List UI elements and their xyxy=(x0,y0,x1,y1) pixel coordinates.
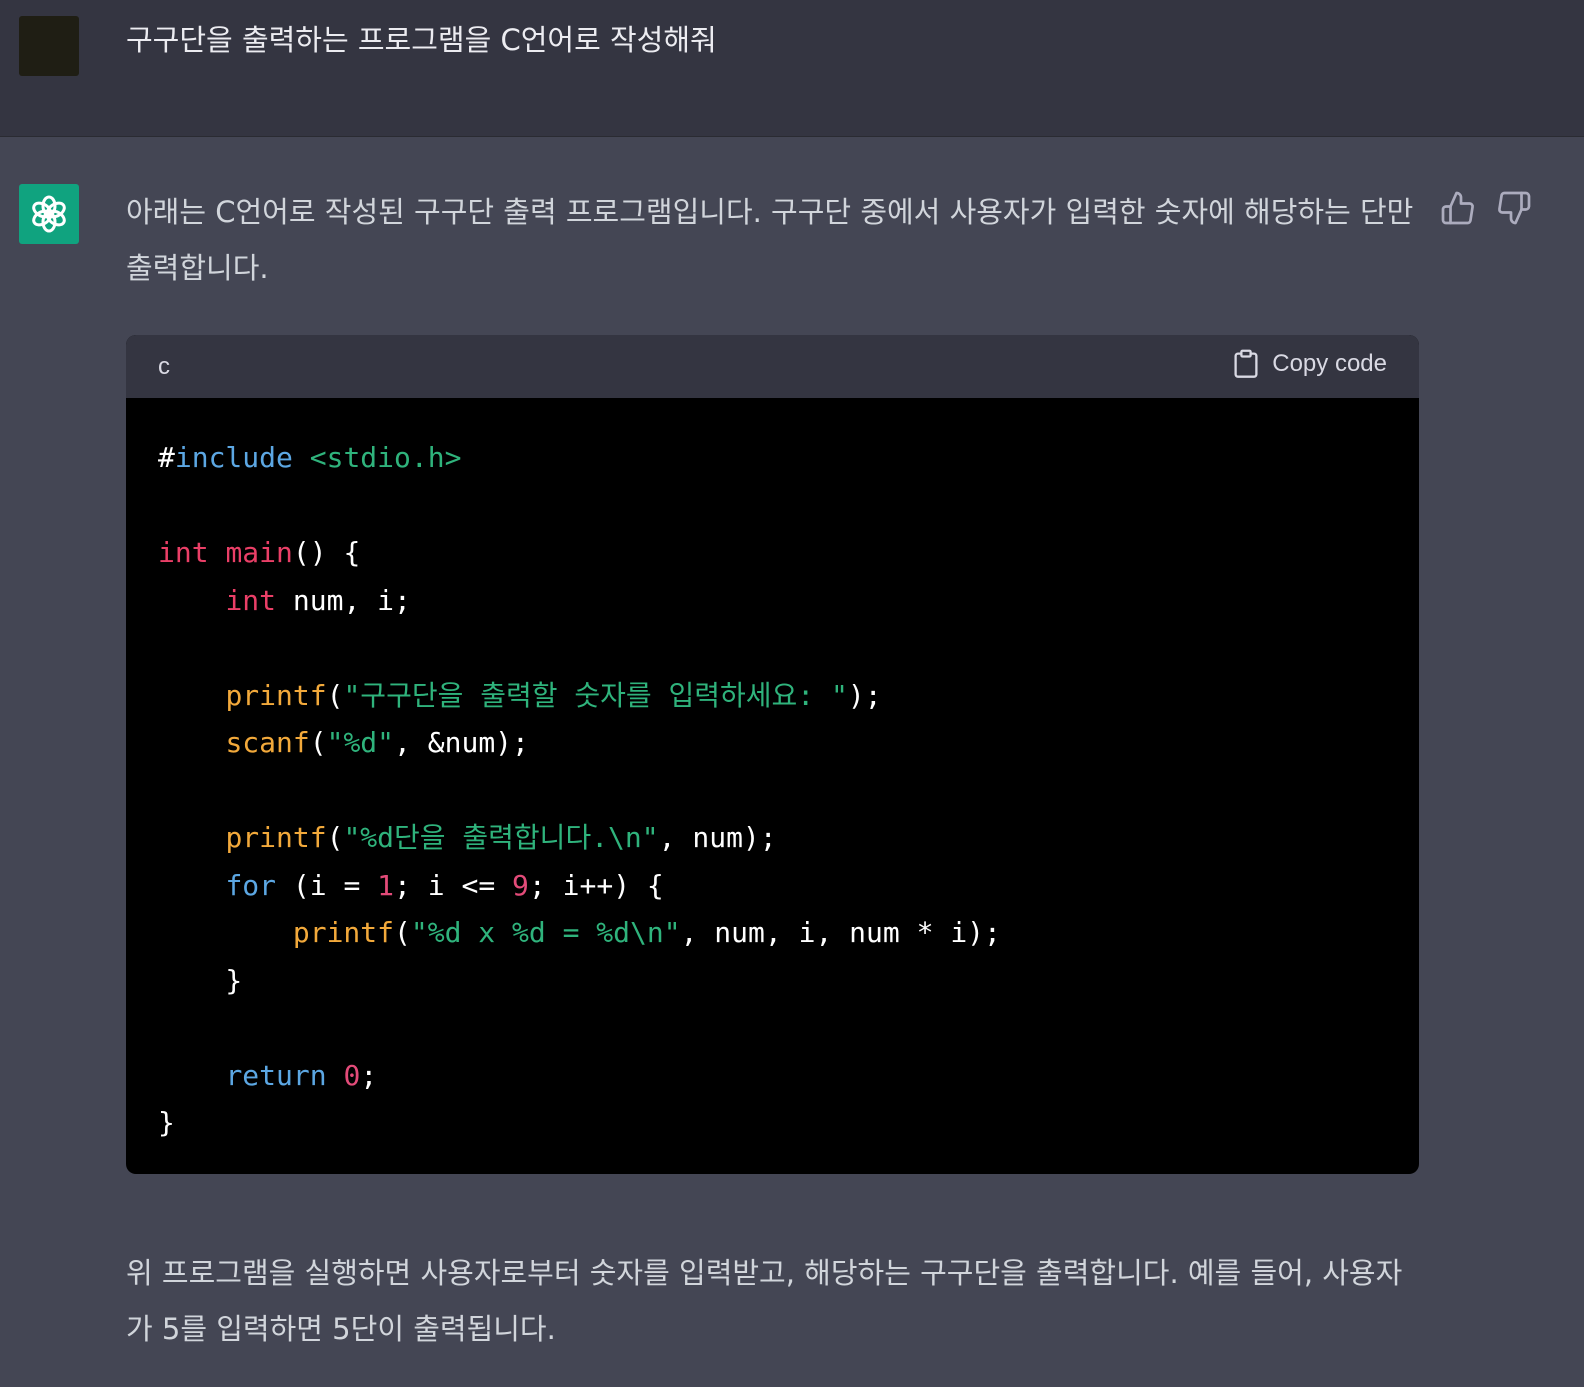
thumbs-down-button[interactable] xyxy=(1496,190,1532,226)
code-token: main xyxy=(225,536,293,569)
code-token: , num, i, num * i); xyxy=(680,916,1001,949)
code-token: "%d x %d = %d\n" xyxy=(410,916,681,949)
code-block: c Copy code #include <stdio.h>​int main(… xyxy=(126,335,1419,1174)
code-token: for xyxy=(225,868,277,902)
code-token: "구구단을 출력할 숫자를 입력하세요: " xyxy=(343,678,848,712)
code-token: (i = xyxy=(276,868,378,902)
code-token: ; i <= xyxy=(394,868,513,902)
code-line: printf("%d단을 출력합니다.\n", num); xyxy=(158,814,1387,862)
code-token: "%d단을 출력합니다.\n" xyxy=(343,821,659,854)
code-line: return 0; xyxy=(158,1052,1387,1100)
assistant-outro-text: 위 프로그램을 실행하면 사용자로부터 숫자를 입력받고, 해당하는 구구단을 … xyxy=(126,1256,1403,1346)
code-token: int xyxy=(225,583,277,617)
code-token: "%d" xyxy=(326,726,395,759)
code-language-label: c xyxy=(158,353,170,380)
code-token: , &num); xyxy=(394,726,529,759)
code-token: } xyxy=(158,1106,175,1139)
thumbs-up-icon xyxy=(1441,191,1474,225)
user-message-text: 구구단을 출력하는 프로그램을 C언어로 작성해줘 xyxy=(126,23,717,57)
code-block-header: c Copy code xyxy=(126,335,1419,398)
code-token: include xyxy=(174,441,293,474)
code-line: int num, i; xyxy=(158,577,1387,625)
assistant-intro-text: 아래는 C언어로 작성된 구구단 출력 프로그램입니다. 구구단 중에서 사용자… xyxy=(126,195,1414,285)
code-line: ​ xyxy=(158,624,1387,672)
code-line: ​ xyxy=(158,482,1387,530)
code-line: #include <stdio.h> xyxy=(158,434,1387,482)
code-line: int main() { xyxy=(158,529,1387,577)
code-token: ( xyxy=(309,726,327,759)
code-token: printf xyxy=(225,678,327,712)
code-token: # xyxy=(158,441,175,474)
code-line: printf("%d x %d = %d\n", num, i, num * i… xyxy=(158,909,1387,957)
code-token: printf xyxy=(292,916,395,949)
code-token: 1 xyxy=(377,868,395,902)
code-token: () { xyxy=(292,536,361,569)
code-token: 9 xyxy=(512,868,529,902)
code-line: for (i = 1; i <= 9; i++) { xyxy=(158,862,1387,910)
code-token: 0 xyxy=(343,1058,361,1092)
code-content: #include <stdio.h>​int main() { int num,… xyxy=(126,398,1419,1147)
thumbs-up-button[interactable] xyxy=(1440,190,1476,226)
code-token: <stdio.h> xyxy=(292,441,462,474)
code-token: printf xyxy=(225,821,327,854)
code-line: } xyxy=(158,1099,1387,1147)
code-line: scanf("%d", &num); xyxy=(158,719,1387,767)
copy-code-button[interactable]: Copy code xyxy=(1232,349,1387,379)
code-token: ; i++) { xyxy=(528,868,664,902)
user-avatar xyxy=(19,16,79,76)
code-line: ​ xyxy=(158,767,1387,815)
openai-logo-icon xyxy=(32,195,66,233)
code-token: int xyxy=(158,536,209,569)
code-token: scanf xyxy=(225,726,310,759)
code-token: ( xyxy=(326,678,344,712)
code-token: ( xyxy=(394,916,411,949)
clipboard-icon xyxy=(1234,349,1258,378)
code-line: printf("구구단을 출력할 숫자를 입력하세요: "); xyxy=(158,672,1387,720)
code-line: ​ xyxy=(158,1004,1387,1052)
code-token: num, i; xyxy=(276,583,411,617)
user-message-row: 구구단을 출력하는 프로그램을 C언어로 작성해줘 xyxy=(0,0,1584,137)
assistant-avatar xyxy=(19,184,79,244)
code-token: return xyxy=(225,1058,327,1092)
code-token: } xyxy=(158,963,243,997)
code-token: , num); xyxy=(658,821,777,854)
code-token: ( xyxy=(326,821,344,854)
code-line: } xyxy=(158,957,1387,1005)
code-token: ; xyxy=(360,1058,378,1092)
code-token: ); xyxy=(847,678,882,712)
copy-code-label: Copy code xyxy=(1272,350,1387,377)
thumbs-down-icon xyxy=(1498,191,1531,225)
